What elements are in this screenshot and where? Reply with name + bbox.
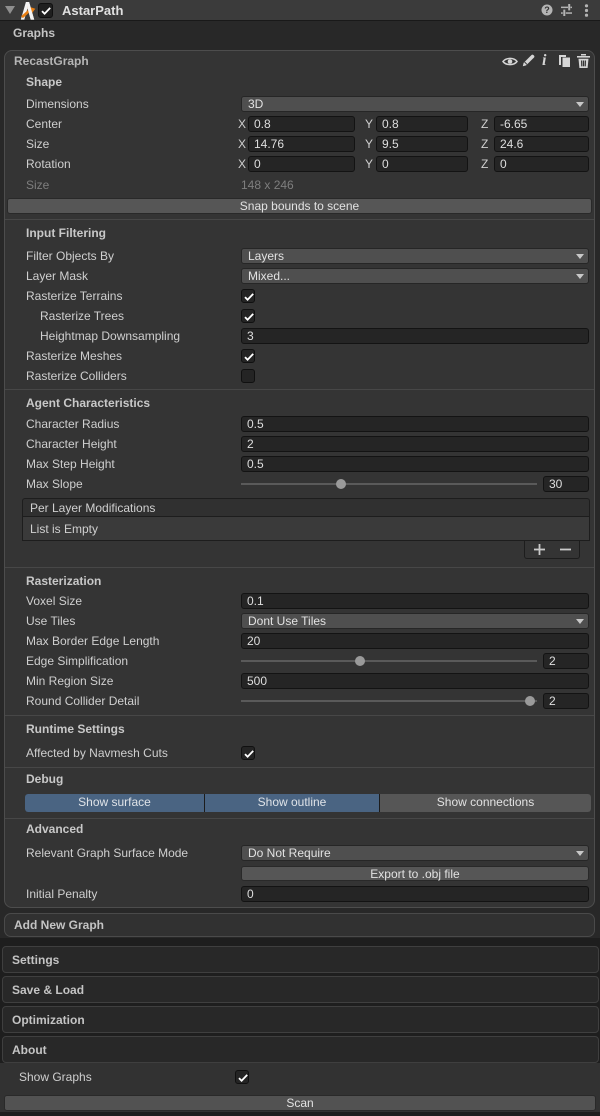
- svg-text:?: ?: [544, 5, 550, 15]
